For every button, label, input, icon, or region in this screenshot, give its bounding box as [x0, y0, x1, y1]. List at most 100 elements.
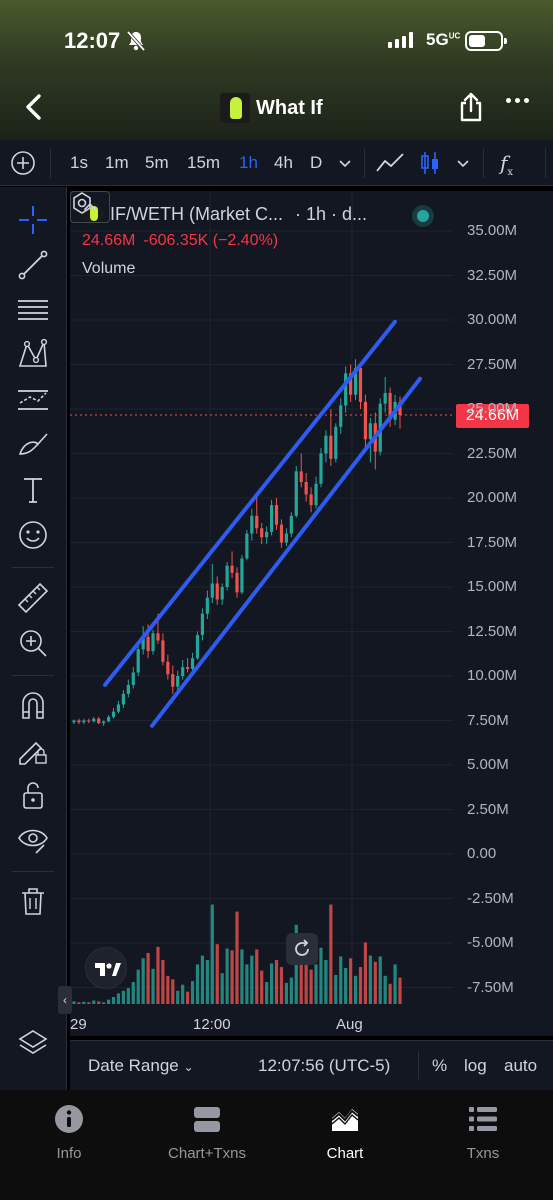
emoji-icon[interactable]: [16, 518, 50, 552]
nav-txns[interactable]: Txns: [423, 1104, 543, 1162]
candles-icon[interactable]: [418, 150, 442, 176]
trash-icon[interactable]: [16, 884, 50, 918]
add-symbol-icon[interactable]: [10, 150, 36, 176]
volume-bar: [126, 988, 130, 1004]
ruler-icon[interactable]: [16, 581, 50, 615]
volume-bar: [265, 982, 269, 1004]
toolbar-separator: [12, 675, 54, 676]
page-title: What If: [220, 93, 323, 123]
toolbar-separator: [12, 871, 54, 872]
volume-bar: [92, 1000, 96, 1004]
tradingview-logo-icon[interactable]: [85, 947, 127, 989]
volume-bar: [156, 946, 160, 1004]
volume-bar: [77, 1002, 81, 1004]
crosshair-icon[interactable]: [16, 203, 50, 237]
volume-bar: [102, 1002, 106, 1004]
zoom-icon[interactable]: [16, 626, 50, 660]
nav-chart-txns[interactable]: Chart+Txns: [147, 1104, 267, 1162]
price-chart[interactable]: IF/WETH (Market C... · 1h · d... 24.66M …: [58, 191, 553, 1036]
candle-body: [363, 401, 368, 440]
price-axis-label: 35.00M: [467, 222, 518, 239]
volume-bar: [225, 948, 229, 1004]
time-axis-label: Aug: [336, 1016, 363, 1033]
layers-icon[interactable]: [16, 1027, 50, 1061]
nav-info[interactable]: Info: [9, 1104, 129, 1162]
candle-body: [235, 572, 239, 593]
candle-body: [181, 667, 185, 676]
unlock-icon[interactable]: [16, 778, 50, 812]
chart-settings-icon[interactable]: [70, 191, 94, 215]
pattern-icon[interactable]: [16, 338, 50, 372]
expand-toolbar-button[interactable]: ‹: [58, 986, 72, 1014]
candle-body: [284, 533, 288, 543]
more-dots-icon[interactable]: [506, 98, 529, 103]
volume-bar: [260, 970, 264, 1004]
magnet-icon[interactable]: [16, 688, 50, 722]
volume-bar: [314, 964, 318, 1004]
volume-bar: [398, 977, 402, 1004]
volume-bar: [245, 964, 249, 1004]
fib-icon[interactable]: [16, 293, 50, 327]
line-chart-icon[interactable]: [375, 151, 407, 175]
candle-body: [176, 676, 180, 687]
interval-D[interactable]: D: [310, 153, 322, 173]
candle-body: [116, 704, 121, 712]
text-icon[interactable]: [16, 473, 50, 507]
chevron-down-icon[interactable]: [338, 156, 352, 170]
interval-5m[interactable]: 5m: [145, 153, 169, 173]
lock-drawing-icon[interactable]: [16, 733, 50, 767]
volume-bar: [388, 983, 392, 1004]
chevron-down-icon[interactable]: [456, 156, 470, 170]
candle-body: [210, 583, 214, 598]
price-axis-label: -7.50M: [467, 978, 514, 996]
volume-bar: [151, 968, 155, 1004]
percent-scale-toggle[interactable]: %: [432, 1056, 447, 1076]
legend-volume[interactable]: Volume: [82, 260, 135, 278]
volume-bar: [166, 975, 170, 1004]
price-axis-label: 7.50M: [467, 711, 509, 729]
projection-icon[interactable]: [16, 383, 50, 417]
chart-legend-symbol[interactable]: IF/WETH (Market C... · 1h · d...: [82, 203, 367, 225]
volume-bar: [186, 991, 190, 1004]
auto-scale-toggle[interactable]: auto: [504, 1056, 537, 1076]
interval-1s[interactable]: 1s: [70, 153, 88, 173]
candle-body: [166, 661, 170, 675]
candle-body: [255, 515, 259, 529]
reset-chart-button[interactable]: [286, 933, 318, 965]
candle-body: [245, 533, 249, 559]
chevron-down-icon: ⌄: [183, 1060, 194, 1074]
price-axis-label: 15.00M: [467, 578, 518, 595]
toolbar-separator: [545, 148, 546, 178]
candle-body: [151, 633, 155, 652]
candle-body: [190, 658, 195, 669]
market-status-dot-icon: [412, 205, 434, 227]
timezone-clock[interactable]: 12:07:56 (UTC-5): [258, 1056, 390, 1076]
log-scale-toggle[interactable]: log: [464, 1056, 487, 1076]
candle-body: [186, 667, 190, 669]
candle-body: [156, 633, 160, 641]
candle-body: [161, 640, 165, 662]
nav-label: Chart+Txns: [168, 1145, 246, 1162]
brush-icon[interactable]: [16, 428, 50, 462]
interval-4h[interactable]: 4h: [274, 153, 293, 173]
candle-body: [294, 471, 298, 516]
date-range-button[interactable]: Date Range ⌄: [88, 1056, 194, 1076]
indicators-fx-icon[interactable]: fx: [500, 151, 513, 178]
status-time: 12:07: [64, 28, 121, 53]
candle-body: [260, 528, 264, 538]
interval-1h[interactable]: 1h: [239, 153, 258, 173]
eye-icon[interactable]: [16, 823, 50, 857]
volume-bar: [190, 981, 195, 1004]
volume-bar: [215, 944, 219, 1004]
back-chevron-icon[interactable]: [20, 92, 50, 122]
nav-chart[interactable]: Chart: [285, 1104, 405, 1162]
interval-15m[interactable]: 15m: [187, 153, 220, 173]
volume-bar: [181, 984, 185, 1004]
trendline-icon[interactable]: [16, 248, 50, 282]
signal-icon: [388, 32, 413, 48]
battery-icon: [465, 31, 507, 51]
legend-interval: · 1h · d...: [295, 203, 368, 224]
interval-1m[interactable]: 1m: [105, 153, 129, 173]
legend-last-value: 24.66M: [82, 232, 136, 249]
share-icon[interactable]: [458, 92, 484, 122]
